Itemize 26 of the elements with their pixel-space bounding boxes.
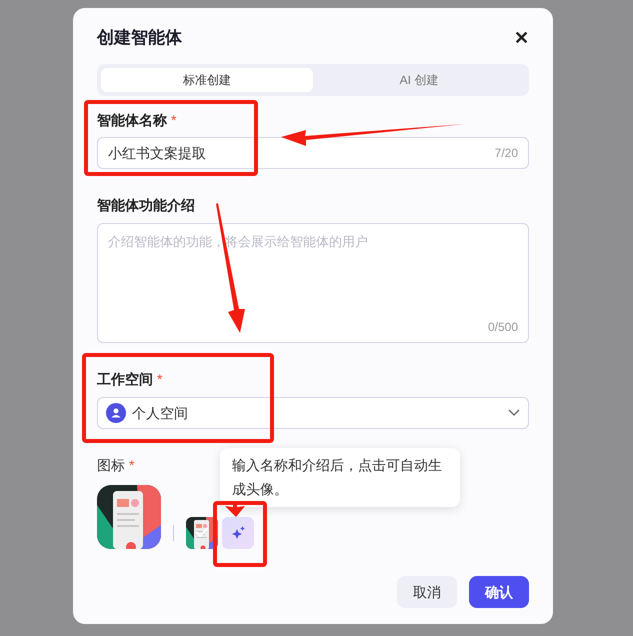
- chevron-down-icon: [508, 409, 520, 417]
- placeholder-text: 介绍智能体的功能，将会展示给智能体的用户: [108, 234, 368, 249]
- user-icon: [106, 403, 126, 423]
- workspace-select[interactable]: 个人空间: [97, 397, 529, 429]
- select-value: 个人空间: [132, 404, 189, 422]
- required-mark: *: [171, 110, 176, 130]
- field-label: 智能体功能介绍: [97, 196, 195, 214]
- input-value: 小红书文案提取: [108, 144, 206, 162]
- field-label: 图标: [97, 456, 125, 474]
- close-button[interactable]: ✕: [514, 29, 529, 47]
- field-label: 工作空间: [97, 370, 153, 388]
- field-label: 智能体名称: [97, 110, 167, 130]
- required-mark: *: [129, 456, 134, 474]
- cancel-button[interactable]: 取消: [397, 576, 457, 608]
- checkmark-icon: [194, 526, 210, 538]
- dialog-title: 创建智能体: [97, 27, 182, 50]
- tab[interactable]: 标准创建: [101, 68, 313, 92]
- generate-avatar-button[interactable]: [222, 517, 254, 549]
- required-mark: *: [157, 370, 162, 388]
- tab[interactable]: AI 创建: [313, 68, 525, 92]
- tooltip-text: 输入名称和介绍后，点击可自动生成头像。: [232, 457, 442, 497]
- character-count: 0/500: [488, 319, 518, 336]
- character-count: 7/20: [494, 145, 518, 162]
- sparkle-icon: [230, 525, 246, 541]
- name-input[interactable]: 小红书文案提取 7/20: [97, 137, 529, 169]
- confirm-button[interactable]: 确认: [469, 576, 529, 608]
